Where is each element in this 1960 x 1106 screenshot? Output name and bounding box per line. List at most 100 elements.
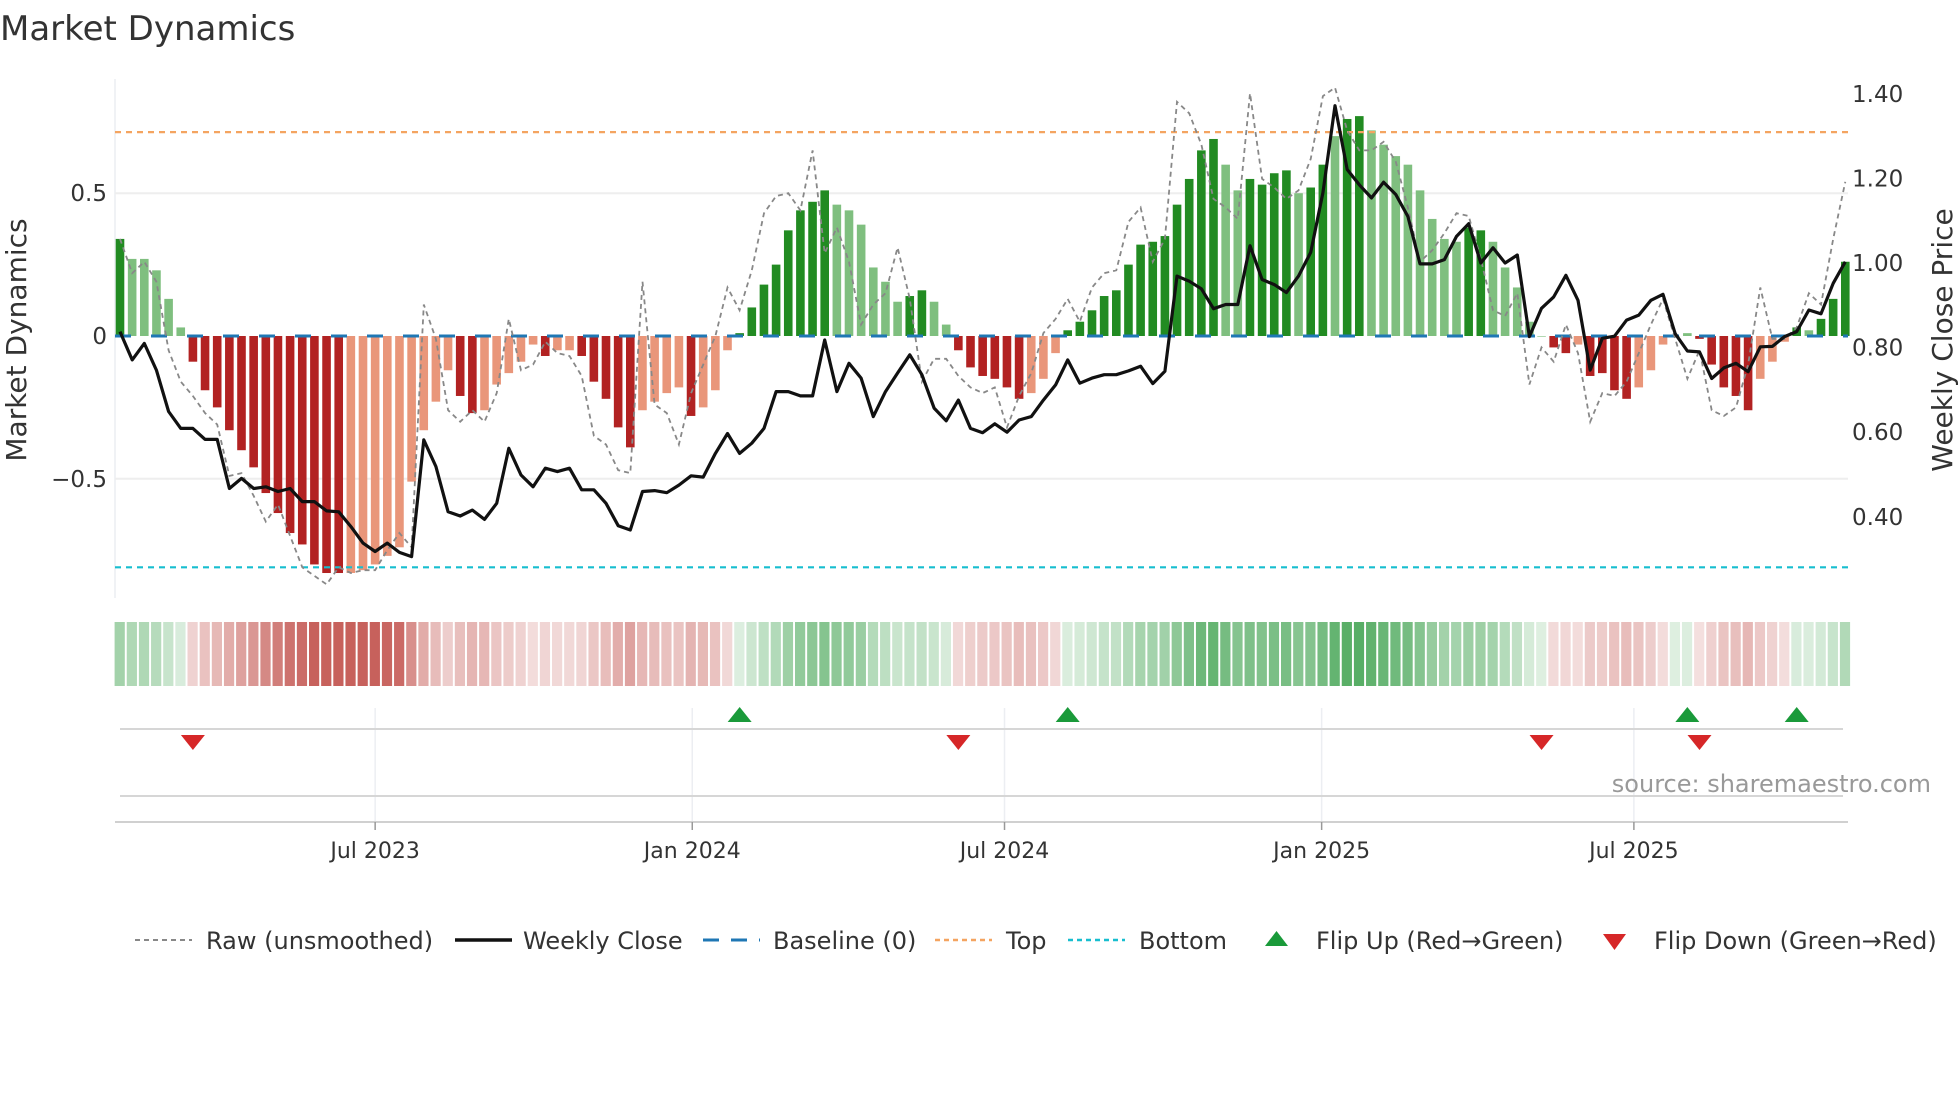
heat-cell	[977, 622, 988, 686]
momentum-bar	[1160, 236, 1170, 336]
momentum-bar	[1646, 336, 1656, 371]
heat-cell	[1730, 622, 1741, 686]
flip-up-marker	[1675, 707, 1700, 722]
momentum-bar	[1561, 336, 1571, 354]
flip-down-marker	[1687, 735, 1712, 750]
flip-up-marker	[727, 707, 752, 722]
heat-cell	[831, 622, 842, 686]
momentum-bar	[1391, 156, 1401, 336]
momentum-bar	[358, 336, 368, 571]
heat-cell	[1183, 622, 1194, 686]
heat-cell	[394, 622, 405, 686]
source-credit: source: sharemaestro.com	[1612, 770, 1931, 798]
x-axis: Jul 2023 Jan 2024 Jul 2024 Jan 2025 Jul 2025	[115, 821, 1848, 864]
heat-cell	[1171, 622, 1182, 686]
heat-cell	[807, 622, 818, 686]
momentum-bar	[1294, 193, 1303, 336]
y-tick-label: 0	[92, 324, 107, 350]
legend: Raw (unsmoothed) Weekly Close Baseline (…	[135, 927, 1937, 955]
momentum-bar	[1148, 241, 1158, 336]
heat-cell	[819, 622, 830, 686]
heat-cell	[1438, 622, 1450, 686]
momentum-bar	[346, 336, 356, 574]
momentum-bar	[650, 336, 659, 402]
heat-cell	[1487, 622, 1498, 686]
heat-cell	[904, 622, 915, 686]
momentum-bar	[1427, 218, 1437, 336]
heat-cell	[916, 622, 927, 686]
heat-cell	[1050, 622, 1061, 686]
momentum-bar	[783, 230, 793, 336]
legend-item-bottom: Bottom	[1068, 927, 1227, 955]
momentum-bar	[249, 336, 258, 468]
heat-cell	[1195, 622, 1207, 686]
momentum-bar	[1573, 336, 1583, 345]
momentum-bar	[759, 284, 769, 336]
momentum-bar	[638, 336, 647, 411]
momentum-bar	[285, 336, 295, 534]
momentum-bar	[966, 336, 975, 368]
heat-cell	[151, 622, 162, 686]
heat-cell	[1317, 622, 1328, 686]
heat-cell	[1329, 622, 1340, 686]
legend-label: Top	[1005, 927, 1047, 955]
momentum-bar	[1452, 241, 1461, 336]
momentum-bar	[297, 336, 307, 545]
heat-cell	[1353, 622, 1365, 686]
momentum-bar	[917, 290, 927, 336]
heat-cell	[1341, 622, 1352, 686]
heat-cell	[1390, 622, 1401, 686]
momentum-bar	[164, 298, 173, 336]
momentum-bar	[1622, 336, 1631, 399]
momentum-bar	[613, 336, 623, 428]
momentum-bar	[528, 336, 538, 345]
momentum-bar	[225, 336, 234, 431]
heat-cell	[199, 622, 210, 686]
legend-label: Raw (unsmoothed)	[206, 927, 433, 955]
heat-cell	[1414, 622, 1425, 686]
heat-cell	[527, 622, 538, 686]
heat-cell	[1718, 622, 1729, 686]
momentum-bar	[1367, 130, 1376, 336]
y-tick-label: −0.5	[51, 467, 107, 493]
heat-cell	[564, 622, 575, 686]
momentum-bar	[565, 336, 574, 351]
heat-cell	[1791, 622, 1802, 686]
heat-cell	[1548, 622, 1559, 686]
heat-cell	[321, 622, 332, 686]
momentum-bar	[1184, 178, 1194, 336]
x-tick-label: Jul 2023	[328, 839, 420, 864]
momentum-bar	[1136, 244, 1145, 336]
heat-cell	[1256, 622, 1267, 686]
momentum-bar	[395, 336, 404, 548]
heat-cell	[211, 622, 222, 686]
heat-cell	[1135, 622, 1146, 686]
momentum-bar	[407, 336, 416, 482]
momentum-bar	[431, 336, 441, 402]
momentum-bar	[237, 336, 246, 451]
heat-cell	[989, 622, 1000, 686]
right-axis-ticks: 1.40 1.20 1.00 0.80 0.60 0.40	[1852, 82, 1903, 531]
legend-item-top: Top	[935, 927, 1047, 955]
heat-cell	[1754, 622, 1766, 686]
heat-cell	[284, 622, 295, 686]
momentum-bar	[796, 210, 805, 336]
momentum-bar	[1087, 310, 1097, 336]
momentum-bar	[832, 204, 842, 336]
legend-item-raw: Raw (unsmoothed)	[135, 927, 433, 955]
momentum-bar	[1257, 184, 1267, 336]
momentum-bar	[1379, 144, 1388, 336]
heat-cell	[624, 622, 636, 686]
momentum-bar	[698, 336, 708, 408]
momentum-bar	[1002, 336, 1012, 388]
heat-cell	[1633, 622, 1644, 686]
momentum-bar	[954, 336, 963, 351]
heat-cell	[1147, 622, 1158, 686]
heat-cell	[418, 622, 429, 686]
heat-cell	[1499, 622, 1510, 686]
flip-up-marker	[1055, 707, 1080, 722]
momentum-bar	[1464, 227, 1473, 336]
momentum-bar	[711, 336, 720, 391]
heat-cell	[1305, 622, 1316, 686]
momentum-bar	[674, 336, 684, 388]
